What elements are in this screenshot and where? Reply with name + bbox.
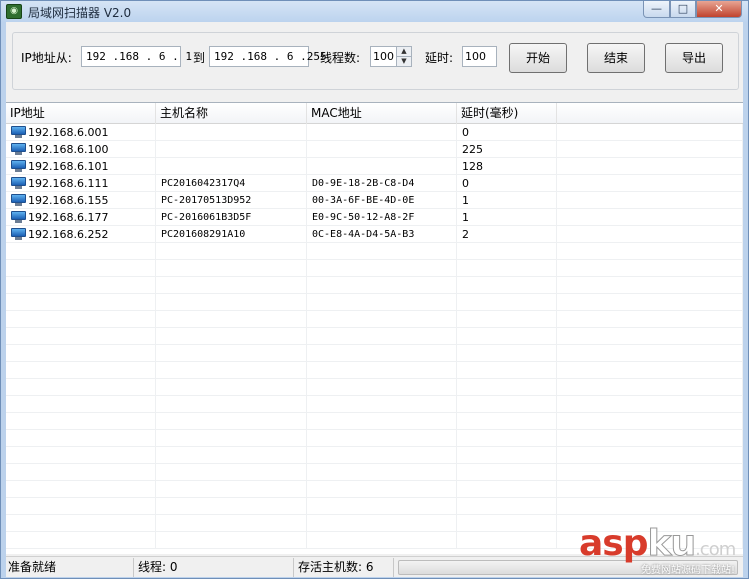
app-icon: ◉ (6, 4, 22, 19)
cell-filler (557, 226, 743, 243)
scan-settings-panel: IP地址从: 192 .168 . 6 . 1 到 192 .168 . 6 .… (12, 32, 739, 90)
cell-delay: 225 (457, 141, 557, 158)
ip-from-input[interactable]: 192 .168 . 6 . 1 (81, 46, 192, 67)
cell-hostname (156, 124, 307, 141)
export-button[interactable]: 导出 (665, 43, 723, 73)
window-title: 局域网扫描器 V2.0 (28, 6, 132, 20)
minimize-button[interactable]: — (643, 1, 670, 18)
empty-row (6, 396, 743, 413)
empty-row (6, 515, 743, 532)
table-row[interactable]: 192.168.6.111 PC2016042317Q4 D0-9E-18-2B-C… (6, 175, 743, 192)
cell-filler (557, 175, 743, 192)
table-row[interactable]: 192.168.6.101 128 (6, 158, 743, 175)
cell-ip: 192.168.6.111 (6, 175, 156, 192)
cell-delay: 0 (457, 175, 557, 192)
column-hostname[interactable]: 主机名称 (156, 103, 307, 124)
ip-to-label: 到 (193, 51, 206, 65)
cell-hostname: PC-20170513D952 (156, 192, 307, 209)
ip-from-label: IP地址从: (21, 51, 72, 65)
empty-row (6, 260, 743, 277)
spin-down-icon[interactable]: ▼ (397, 56, 411, 65)
stop-button[interactable]: 结束 (587, 43, 645, 73)
cell-ip: 192.168.6.101 (6, 158, 156, 175)
cell-filler (557, 124, 743, 141)
app-window: ◉ 局域网扫描器 V2.0 — □ ✕ IP地址从: 192 .168 . 6 … (0, 0, 749, 579)
cell-mac: E0-9C-50-12-A8-2F (307, 209, 457, 226)
empty-row (6, 243, 743, 260)
cell-delay: 1 (457, 209, 557, 226)
title-bar[interactable]: ◉ 局域网扫描器 V2.0 — □ ✕ (1, 1, 748, 22)
ip-to-input[interactable]: 192 .168 . 6 .255 (209, 46, 327, 67)
column-ip[interactable]: IP地址 (6, 103, 156, 124)
status-alive-hosts: 存活主机数: 6 (296, 558, 394, 577)
cell-mac (307, 124, 457, 141)
cell-ip: 192.168.6.001 (6, 124, 156, 141)
client-area: IP地址从: 192 .168 . 6 . 1 到 192 .168 . 6 .… (6, 22, 743, 577)
empty-row (6, 311, 743, 328)
cell-hostname (156, 141, 307, 158)
host-list[interactable]: IP地址 主机名称 MAC地址 延时(毫秒) 192.168.6.001 0 192… (6, 102, 743, 554)
spin-up-icon[interactable]: ▲ (397, 47, 411, 56)
empty-row (6, 481, 743, 498)
cell-hostname: PC-2016061B3D5F (156, 209, 307, 226)
start-button[interactable]: 开始 (509, 43, 567, 73)
close-button[interactable]: ✕ (696, 1, 742, 18)
column-delay[interactable]: 延时(毫秒) (457, 103, 557, 124)
empty-row (6, 277, 743, 294)
cell-delay: 128 (457, 158, 557, 175)
table-row[interactable]: 192.168.6.252 PC201608291A10 0C-E8-4A-D4-5… (6, 226, 743, 243)
cell-ip: 192.168.6.100 (6, 141, 156, 158)
empty-row (6, 464, 743, 481)
cell-delay: 1 (457, 192, 557, 209)
cell-filler (557, 141, 743, 158)
table-row[interactable]: 192.168.6.100 225 (6, 141, 743, 158)
threads-input[interactable]: 100 (370, 46, 397, 67)
table-row[interactable]: 192.168.6.155 PC-20170513D952 00-3A-6F-BE-… (6, 192, 743, 209)
delay-label: 延时: (425, 51, 454, 65)
empty-row (6, 413, 743, 430)
delay-input[interactable]: 100 (462, 46, 497, 67)
maximize-button[interactable]: □ (670, 1, 696, 18)
empty-row (6, 447, 743, 464)
table-row[interactable]: 192.168.6.001 0 (6, 124, 743, 141)
empty-row (6, 328, 743, 345)
cell-delay: 2 (457, 226, 557, 243)
cell-hostname: PC201608291A10 (156, 226, 307, 243)
cell-ip: 192.168.6.252 (6, 226, 156, 243)
cell-mac: 00-3A-6F-BE-4D-0E (307, 192, 457, 209)
status-threads: 线程: 0 (136, 558, 294, 577)
list-rows: 192.168.6.001 0 192.168.6.100 225 192.168.6.… (6, 124, 743, 549)
status-ready: 准备就绪 (6, 558, 134, 577)
cell-hostname: PC2016042317Q4 (156, 175, 307, 192)
column-filler (557, 103, 743, 124)
empty-row (6, 345, 743, 362)
empty-row (6, 430, 743, 447)
empty-row (6, 379, 743, 396)
cell-delay: 0 (457, 124, 557, 141)
list-header: IP地址 主机名称 MAC地址 延时(毫秒) (6, 103, 743, 124)
empty-row (6, 532, 743, 549)
cell-filler (557, 158, 743, 175)
cell-mac (307, 141, 457, 158)
cell-ip: 192.168.6.155 (6, 192, 156, 209)
table-row[interactable]: 192.168.6.177 PC-2016061B3D5F E0-9C-50-12-… (6, 209, 743, 226)
threads-stepper[interactable]: ▲ ▼ (397, 46, 412, 67)
cell-mac: D0-9E-18-2B-C8-D4 (307, 175, 457, 192)
threads-label: 线程数: (320, 51, 361, 65)
empty-row (6, 294, 743, 311)
cell-hostname (156, 158, 307, 175)
status-bar: 准备就绪 线程: 0 存活主机数: 6 (6, 556, 743, 577)
scan-progress-bar (398, 560, 738, 575)
empty-row (6, 498, 743, 515)
cell-mac: 0C-E8-4A-D4-5A-B3 (307, 226, 457, 243)
cell-mac (307, 158, 457, 175)
cell-filler (557, 209, 743, 226)
column-mac[interactable]: MAC地址 (307, 103, 457, 124)
cell-ip: 192.168.6.177 (6, 209, 156, 226)
empty-row (6, 362, 743, 379)
cell-filler (557, 192, 743, 209)
